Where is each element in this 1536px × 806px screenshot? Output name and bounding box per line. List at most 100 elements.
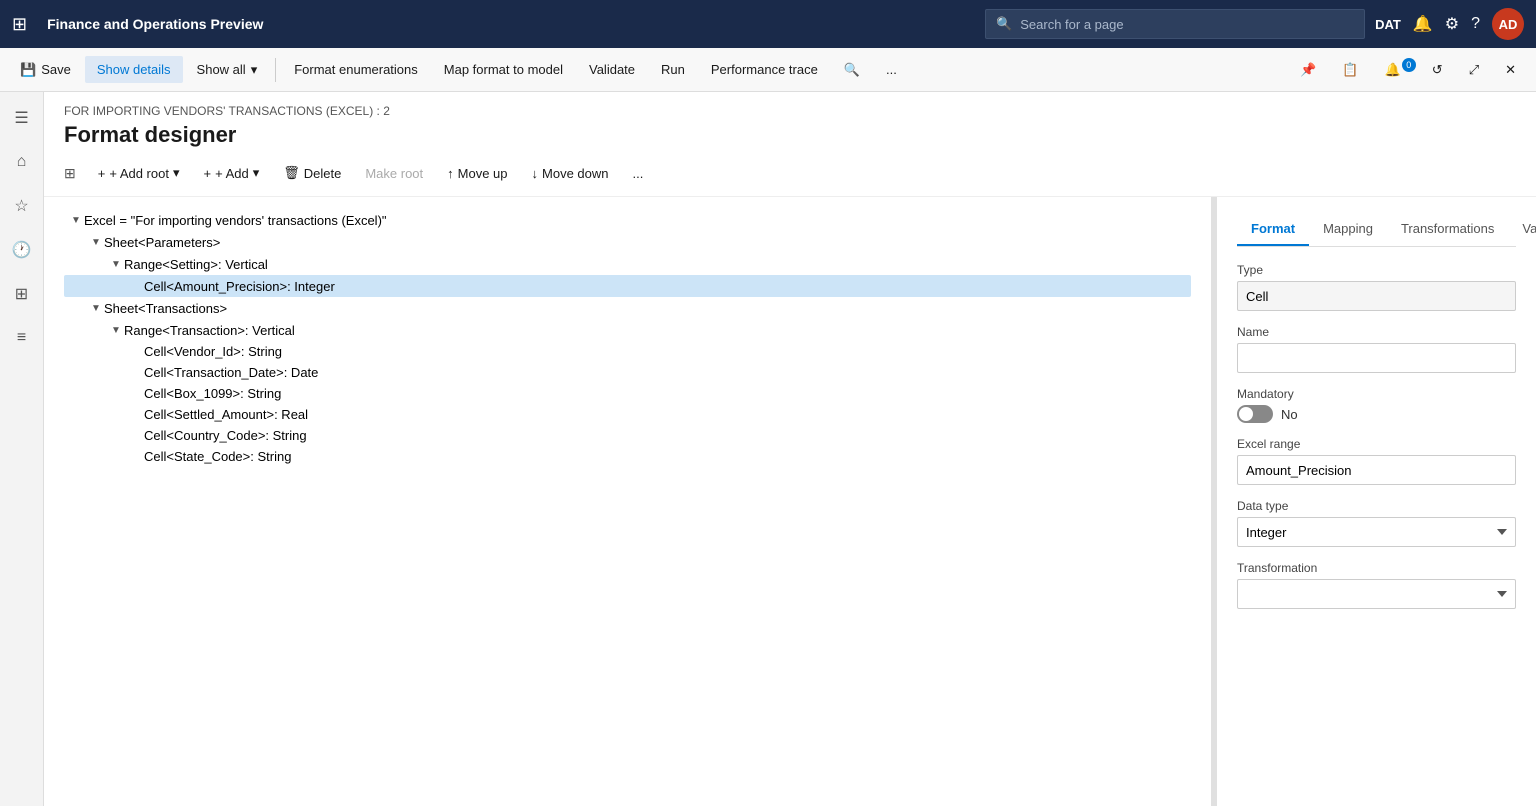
more-toolbar-button[interactable]: ...	[874, 56, 909, 83]
top-bar: ⊞ Finance and Operations Preview 🔍 Searc…	[0, 0, 1536, 48]
tree-label-cell-box: Cell<Box_1099>: String	[144, 386, 281, 401]
sidebar-workspaces-icon[interactable]: ⊞	[4, 276, 40, 312]
open-new-window-button[interactable]: ⤢	[1457, 56, 1491, 84]
show-details-button[interactable]: Show details	[85, 56, 183, 83]
panel-tabs: Format Mapping Transformations Validatio…	[1237, 213, 1516, 247]
action-bar: ⊞ + + Add root ▾ + + Add ▾ 🗑 Delete Make…	[44, 160, 1536, 197]
toolbar: 💾 Save Show details Show all ▾ Format en…	[0, 48, 1536, 92]
tree-node-cell-amount[interactable]: Cell<Amount_Precision>: Integer	[64, 275, 1191, 297]
filter-icon[interactable]: ⊞	[64, 165, 76, 182]
map-format-to-model-button[interactable]: Map format to model	[432, 56, 575, 83]
sidebar-list-icon[interactable]: ≡	[4, 320, 40, 356]
mandatory-toggle-row: No	[1237, 405, 1516, 423]
mandatory-no-label: No	[1281, 407, 1298, 422]
tree-node-cell-settled[interactable]: Cell<Settled_Amount>: Real	[64, 404, 1191, 425]
tab-format[interactable]: Format	[1237, 213, 1309, 246]
settings-icon[interactable]: ⚙	[1445, 14, 1459, 34]
sidebar-home-icon[interactable]: ⌂	[4, 144, 40, 180]
tree-toggle-excel[interactable]: ▼	[68, 212, 84, 228]
tree-label-cell-amount: Cell<Amount_Precision>: Integer	[144, 279, 335, 294]
page-title: Format designer	[64, 122, 1516, 148]
save-button[interactable]: 💾 Save	[8, 56, 83, 84]
add-root-chevron: ▾	[173, 165, 180, 181]
search-toolbar-button[interactable]: 🔍	[832, 56, 872, 84]
move-up-button[interactable]: ↑ Move up	[437, 161, 517, 186]
add-root-icon: +	[98, 166, 106, 181]
type-field-group: Type	[1237, 263, 1516, 311]
tree-toggle-sheet-trans[interactable]: ▼	[88, 300, 104, 316]
search-placeholder: Search for a page	[1020, 17, 1123, 32]
delete-icon: 🗑	[283, 165, 300, 181]
tree-area: ▼ Excel = "For importing vendors' transa…	[44, 197, 1211, 806]
save-icon: 💾	[20, 62, 36, 78]
tree-toggle-range-setting[interactable]: ▼	[108, 256, 124, 272]
name-field-group: Name	[1237, 325, 1516, 373]
top-bar-right: DAT 🔔 ⚙ ? AD	[1375, 8, 1524, 40]
transformation-select[interactable]	[1237, 579, 1516, 609]
right-panel: Format Mapping Transformations Validatio…	[1216, 197, 1536, 806]
tree-node-cell-country[interactable]: Cell<Country_Code>: String	[64, 425, 1191, 446]
notification-icon[interactable]: 🔔	[1413, 14, 1433, 34]
close-button[interactable]: ✕	[1493, 56, 1528, 84]
type-input[interactable]	[1237, 281, 1516, 311]
mandatory-field-group: Mandatory No	[1237, 387, 1516, 423]
tree-label-cell-vendor: Cell<Vendor_Id>: String	[144, 344, 282, 359]
show-all-button[interactable]: Show all ▾	[185, 56, 270, 84]
mandatory-toggle[interactable]	[1237, 405, 1273, 423]
notification-count-button[interactable]: 🔔0	[1373, 56, 1418, 84]
excel-range-input[interactable]	[1237, 455, 1516, 485]
run-button[interactable]: Run	[649, 56, 697, 83]
tree-node-cell-state[interactable]: Cell<State_Code>: String	[64, 446, 1191, 467]
performance-trace-button[interactable]: Performance trace	[699, 56, 830, 83]
tree-node-sheet-params[interactable]: ▼ Sheet<Parameters>	[64, 231, 1191, 253]
env-label: DAT	[1375, 17, 1401, 32]
app-title: Finance and Operations Preview	[47, 16, 975, 32]
delete-button[interactable]: 🗑 Delete	[273, 160, 351, 186]
search-icon: 🔍	[996, 16, 1012, 32]
tree-label-sheet-trans: Sheet<Transactions>	[104, 301, 227, 316]
tree-panel-layout: ▼ Excel = "For importing vendors' transa…	[44, 197, 1536, 806]
avatar[interactable]: AD	[1492, 8, 1524, 40]
data-type-select[interactable]: Integer String Real Date Boolean	[1237, 517, 1516, 547]
name-input[interactable]	[1237, 343, 1516, 373]
move-up-icon: ↑	[447, 166, 454, 181]
tab-mapping[interactable]: Mapping	[1309, 213, 1387, 246]
tree-toggle-cell-amount	[128, 278, 144, 294]
data-type-label: Data type	[1237, 499, 1516, 513]
search-bar[interactable]: 🔍 Search for a page	[985, 9, 1365, 39]
format-enumerations-button[interactable]: Format enumerations	[282, 56, 430, 83]
transformation-label: Transformation	[1237, 561, 1516, 575]
move-down-button[interactable]: ↓ Move down	[522, 161, 619, 186]
tab-transformations[interactable]: Transformations	[1387, 213, 1508, 246]
type-label: Type	[1237, 263, 1516, 277]
add-button[interactable]: + + Add ▾	[194, 160, 270, 186]
tree-node-cell-trans-date[interactable]: Cell<Transaction_Date>: Date	[64, 362, 1191, 383]
tree-node-sheet-trans[interactable]: ▼ Sheet<Transactions>	[64, 297, 1191, 319]
tree-node-cell-vendor[interactable]: Cell<Vendor_Id>: String	[64, 341, 1191, 362]
help-icon[interactable]: ?	[1471, 15, 1480, 33]
make-root-button[interactable]: Make root	[355, 161, 433, 186]
show-all-chevron-icon: ▾	[251, 62, 258, 78]
sidebar-recent-icon[interactable]: 🕐	[4, 232, 40, 268]
tree-node-cell-box[interactable]: Cell<Box_1099>: String	[64, 383, 1191, 404]
refresh-button[interactable]: ↺	[1420, 56, 1455, 84]
validate-button[interactable]: Validate	[577, 56, 647, 83]
tree-label-excel: Excel = "For importing vendors' transact…	[84, 213, 387, 228]
pin-button[interactable]: 📌	[1288, 56, 1328, 84]
tree-node-excel[interactable]: ▼ Excel = "For importing vendors' transa…	[64, 209, 1191, 231]
grid-menu-icon[interactable]: ⊞	[12, 14, 27, 35]
page-header: FOR IMPORTING VENDORS' TRANSACTIONS (EXC…	[44, 92, 1536, 160]
sidebar-menu-icon[interactable]: ☰	[4, 100, 40, 136]
copy-button[interactable]: 📋	[1330, 56, 1370, 84]
tree-node-range-setting[interactable]: ▼ Range<Setting>: Vertical	[64, 253, 1191, 275]
tree-node-range-transaction[interactable]: ▼ Range<Transaction>: Vertical	[64, 319, 1191, 341]
more-action-button[interactable]: ...	[623, 161, 654, 186]
add-chevron: ▾	[253, 165, 260, 181]
tree-toggle-range-transaction[interactable]: ▼	[108, 322, 124, 338]
tab-validations[interactable]: Validations	[1508, 213, 1536, 246]
add-root-button[interactable]: + + Add root ▾	[88, 160, 190, 186]
breadcrumb: FOR IMPORTING VENDORS' TRANSACTIONS (EXC…	[64, 104, 1516, 118]
sidebar-favorites-icon[interactable]: ☆	[4, 188, 40, 224]
tree-label-cell-country: Cell<Country_Code>: String	[144, 428, 307, 443]
tree-toggle-sheet-params[interactable]: ▼	[88, 234, 104, 250]
